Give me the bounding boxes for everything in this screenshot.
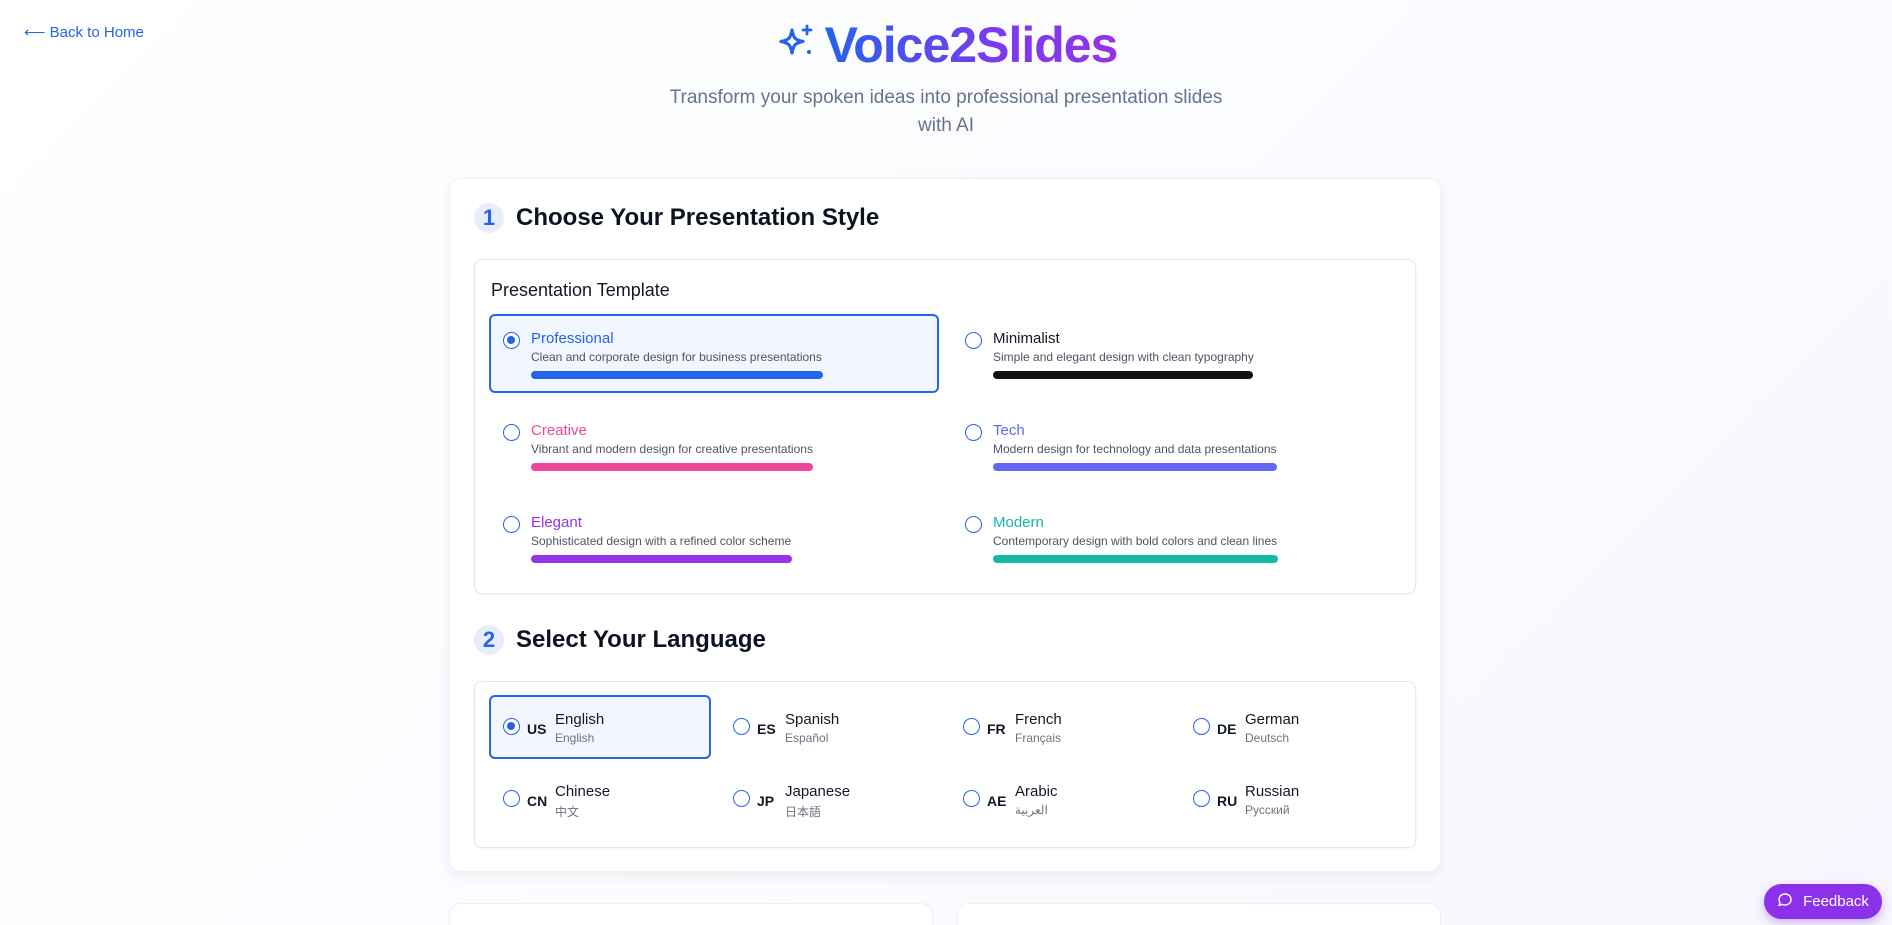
template-color-bar bbox=[531, 371, 823, 379]
brand: Voice2Slides bbox=[775, 16, 1118, 74]
template-description: Clean and corporate design for business … bbox=[531, 350, 822, 364]
language-option-german[interactable]: DE German Deutsch bbox=[1179, 695, 1401, 759]
template-name: Elegant bbox=[531, 514, 582, 531]
page-header: Voice2Slides Transform your spoken ideas… bbox=[0, 16, 1892, 140]
template-radio[interactable] bbox=[503, 424, 520, 441]
template-description: Contemporary design with bold colors and… bbox=[993, 534, 1278, 548]
language-option-french[interactable]: FR French Français bbox=[949, 695, 1171, 759]
template-color-bar bbox=[993, 555, 1278, 563]
language-radio[interactable] bbox=[503, 790, 520, 807]
template-option-elegant[interactable]: Elegant Sophisticated design with a refin… bbox=[489, 498, 939, 577]
setup-card: 1 Choose Your Presentation Style Present… bbox=[449, 178, 1441, 872]
language-native-name: Deutsch bbox=[1245, 731, 1290, 745]
template-description: Simple and elegant design with clean typ… bbox=[993, 350, 1254, 364]
template-panel: Presentation Template Professional Clean … bbox=[474, 259, 1416, 594]
language-option-chinese[interactable]: CN Chinese 中文 bbox=[489, 767, 711, 831]
flag-code: US bbox=[527, 721, 547, 737]
language-native-name: العربية bbox=[1015, 803, 1048, 817]
language-name: Japanese bbox=[785, 783, 851, 800]
language-name: Chinese bbox=[555, 783, 611, 800]
language-option-english[interactable]: US English English bbox=[489, 695, 711, 759]
language-native-name: Русский bbox=[1245, 803, 1290, 817]
template-color-bar bbox=[993, 371, 1253, 379]
chat-bubble-icon bbox=[1777, 892, 1793, 912]
language-native-name: 日本語 bbox=[785, 805, 822, 819]
language-native-name: 中文 bbox=[555, 805, 580, 819]
step1-title: Choose Your Presentation Style bbox=[516, 204, 880, 231]
sparkles-icon bbox=[775, 22, 817, 69]
language-option-russian[interactable]: RU Russian Русский bbox=[1179, 767, 1401, 831]
template-option-modern[interactable]: Modern Contemporary design with bold colo… bbox=[951, 498, 1401, 577]
language-name: Russian bbox=[1245, 783, 1300, 800]
template-radio[interactable] bbox=[965, 332, 982, 349]
template-name: Creative bbox=[531, 422, 587, 439]
next-card-left bbox=[449, 903, 933, 925]
feedback-button[interactable]: Feedback bbox=[1764, 884, 1882, 919]
template-description: Modern design for technology and data pr… bbox=[993, 442, 1277, 456]
language-name: German bbox=[1245, 711, 1300, 728]
flag-code: FR bbox=[987, 721, 1006, 737]
step1-header: 1 Choose Your Presentation Style bbox=[474, 203, 879, 233]
template-name: Minimalist bbox=[993, 330, 1060, 347]
language-name: English bbox=[555, 711, 605, 728]
language-radio[interactable] bbox=[733, 718, 750, 735]
template-radio[interactable] bbox=[503, 516, 520, 533]
template-radio[interactable] bbox=[965, 424, 982, 441]
template-description: Vibrant and modern design for creative p… bbox=[531, 442, 813, 456]
template-name: Tech bbox=[993, 422, 1025, 439]
flag-code: CN bbox=[527, 793, 548, 809]
language-option-japanese[interactable]: JP Japanese 日本語 bbox=[719, 767, 941, 831]
template-option-professional[interactable]: Professional Clean and corporate design f… bbox=[489, 314, 939, 393]
language-radio[interactable] bbox=[963, 790, 980, 807]
flag-code: ES bbox=[757, 721, 776, 737]
template-name: Professional bbox=[531, 330, 614, 347]
template-option-tech[interactable]: Tech Modern design for technology and dat… bbox=[951, 406, 1401, 485]
step2-title: Select Your Language bbox=[516, 626, 766, 653]
language-radio[interactable] bbox=[1193, 718, 1210, 735]
template-panel-label: Presentation Template bbox=[491, 280, 670, 300]
template-radio[interactable] bbox=[503, 332, 520, 349]
language-panel: US English English ES Spanish Español FR French… bbox=[474, 681, 1416, 848]
app-title: Voice2Slides bbox=[824, 17, 1119, 73]
template-color-bar bbox=[993, 463, 1277, 471]
language-native-name: English bbox=[555, 731, 595, 745]
language-radio[interactable] bbox=[733, 790, 750, 807]
language-radio[interactable] bbox=[503, 718, 520, 735]
flag-code: DE bbox=[1217, 721, 1237, 737]
app-subtitle: Transform your spoken ideas into profess… bbox=[669, 87, 1223, 136]
language-radio[interactable] bbox=[1193, 790, 1210, 807]
language-option-arabic[interactable]: AE Arabic العربية bbox=[949, 767, 1171, 831]
language-name: French bbox=[1015, 711, 1062, 728]
template-color-bar bbox=[531, 463, 813, 471]
step2-header: 2 Select Your Language bbox=[474, 625, 766, 655]
step2-badge: 2 bbox=[474, 625, 504, 655]
template-radio[interactable] bbox=[965, 516, 982, 533]
feedback-label: Feedback bbox=[1803, 893, 1869, 910]
language-name: Spanish bbox=[785, 711, 840, 728]
language-name: Arabic bbox=[1015, 783, 1058, 800]
language-option-spanish[interactable]: ES Spanish Español bbox=[719, 695, 941, 759]
template-color-bar bbox=[531, 555, 792, 563]
language-native-name: Español bbox=[785, 731, 829, 745]
flag-code: RU bbox=[1217, 793, 1238, 809]
step1-badge: 1 bbox=[474, 203, 504, 233]
language-radio[interactable] bbox=[963, 718, 980, 735]
template-description: Sophisticated design with a refined colo… bbox=[531, 534, 792, 548]
flag-code: AE bbox=[987, 793, 1007, 809]
template-option-creative[interactable]: Creative Vibrant and modern design for cr… bbox=[489, 406, 939, 485]
template-name: Modern bbox=[993, 514, 1044, 531]
template-option-minimalist[interactable]: Minimalist Simple and elegant design with… bbox=[951, 314, 1401, 393]
language-native-name: Français bbox=[1015, 731, 1062, 745]
next-card-right bbox=[957, 903, 1441, 925]
flag-code: JP bbox=[757, 793, 775, 809]
